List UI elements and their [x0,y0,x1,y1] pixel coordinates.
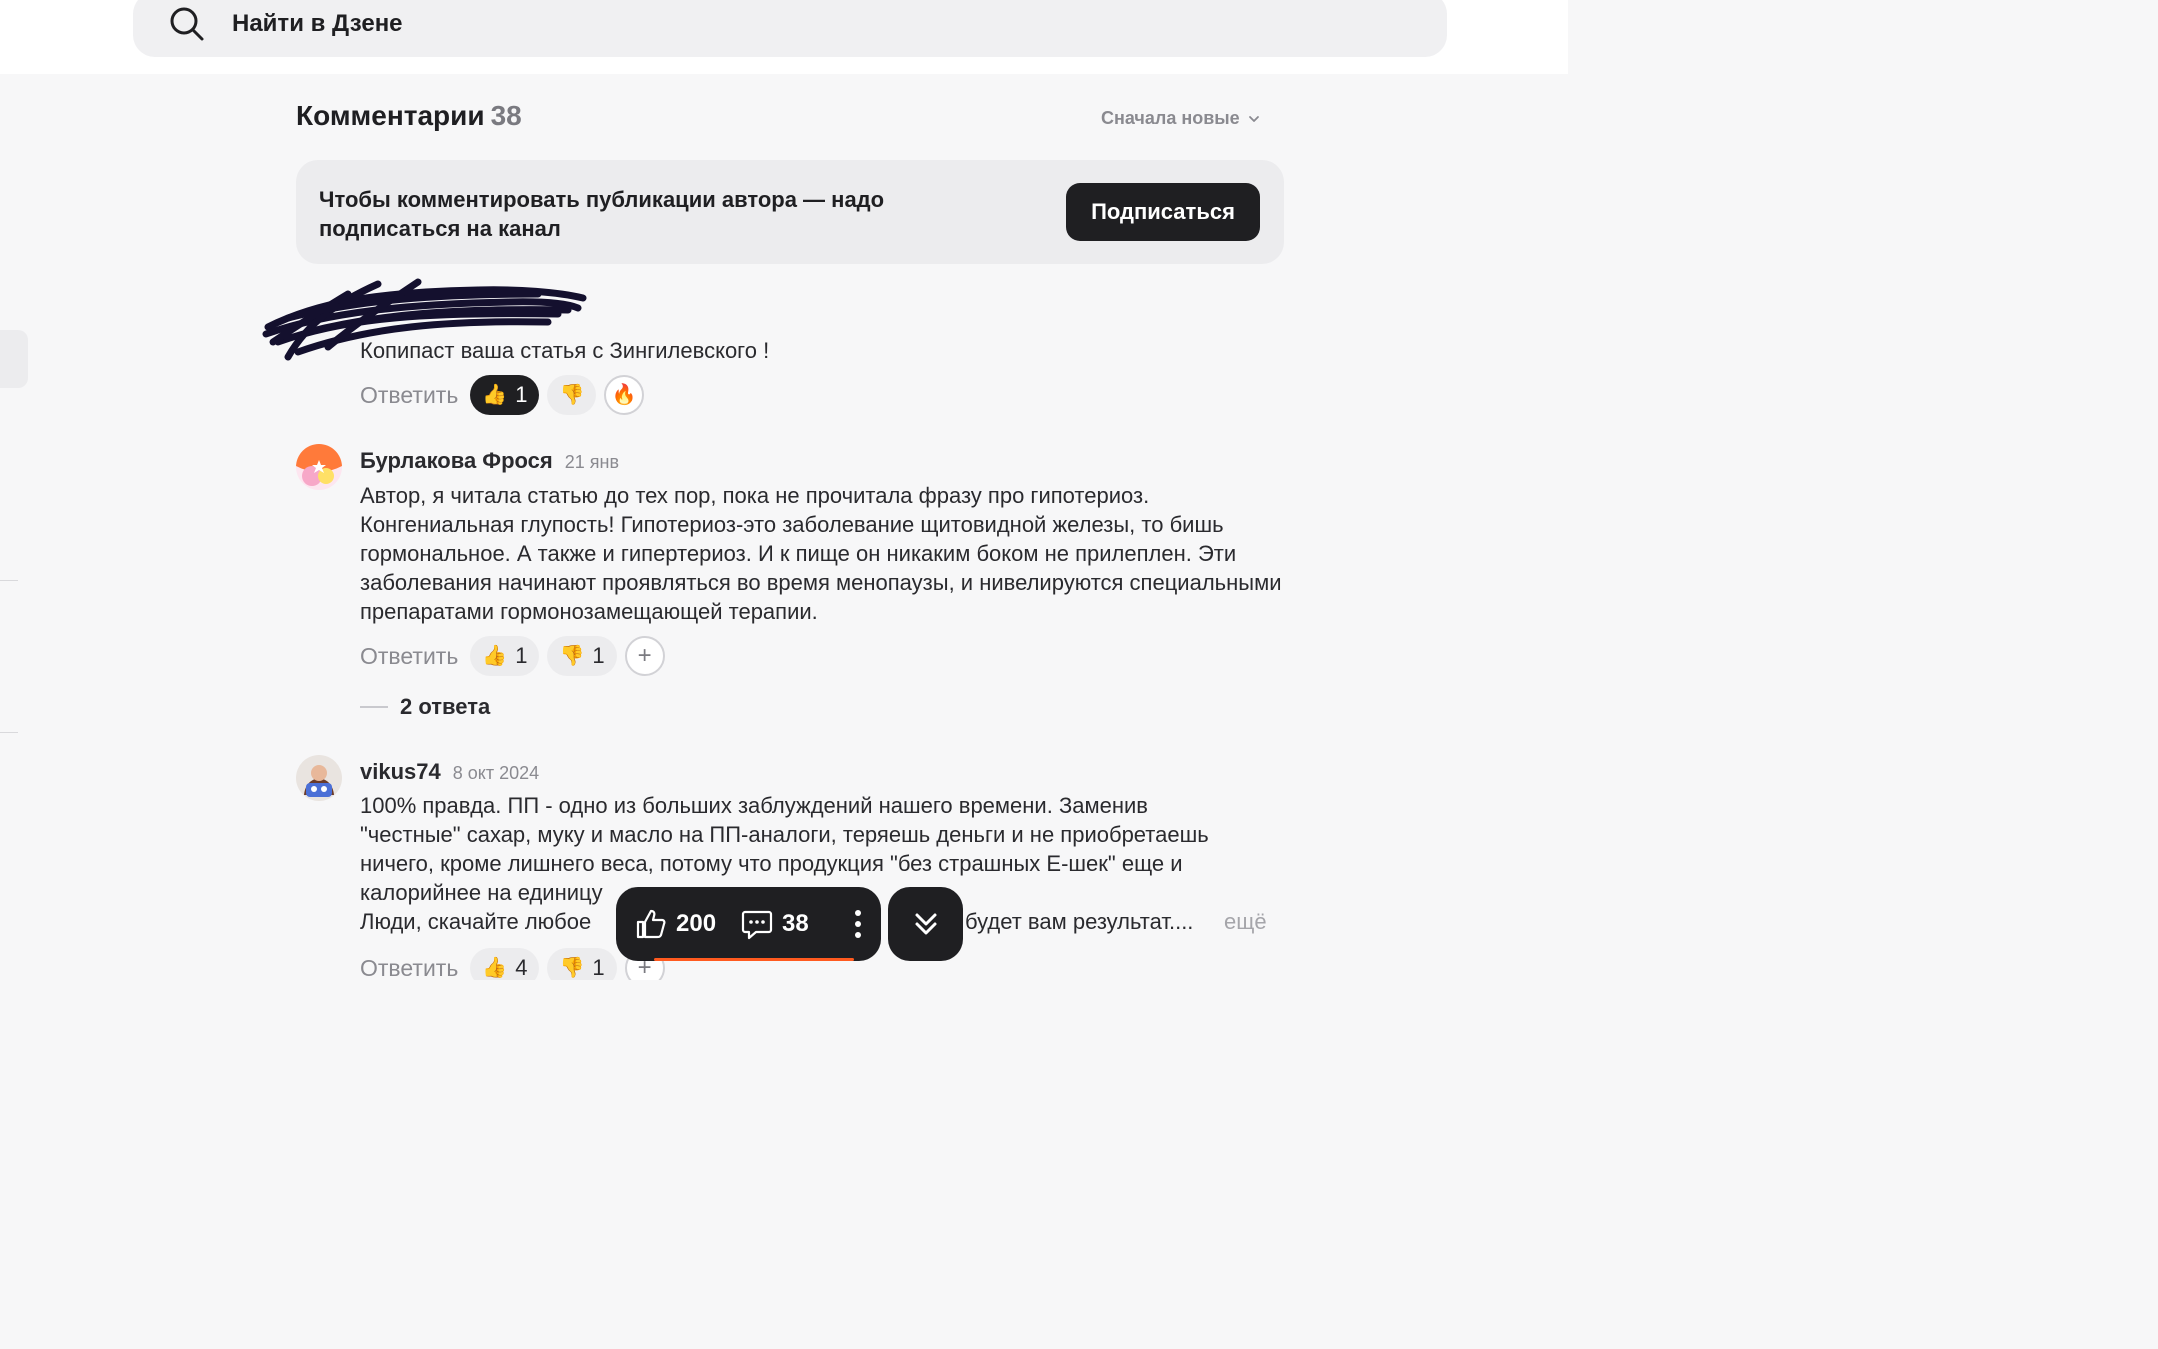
chevron-down-icon [1248,115,1259,122]
fire-icon: 🔥 [611,384,637,406]
floating-action-bar: 200 38 [616,887,881,961]
comment-actions: Ответить 👍 1 👎 🔥 [360,375,645,415]
reply-button[interactable]: Ответить [360,643,458,670]
subscribe-prompt: Чтобы комментировать публикации автора —… [296,160,1284,264]
comments-count: 38 [490,100,522,131]
scroll-down-button[interactable] [888,887,963,961]
like-reaction-button[interactable]: 👍 1 [470,636,540,676]
avatar[interactable] [296,444,342,490]
comment-icon [741,910,773,940]
comment-text-line: 100% правда. ПП - одно из больших заблуж… [360,793,1148,818]
article-like-count: 200 [676,910,717,937]
dislike-count: 1 [592,955,605,980]
comment-actions: Ответить 👍 1 👎 1 + [360,636,665,676]
dislike-reaction-button[interactable]: 👎 [547,375,597,415]
comment-text-fragment: Люди, скачайте любое [360,909,592,934]
reading-progress-bar [654,958,854,961]
comment-header: vikus74 8 окт 2024 [360,759,539,785]
left-divider [0,580,18,581]
article-comments-button[interactable]: 38 [740,907,809,941]
thumbs-up-icon [636,909,666,939]
article-like-button[interactable]: 200 [634,907,716,941]
reply-button[interactable]: Ответить [360,955,458,981]
comment-date: 21 янв [564,452,620,472]
thumbs-down-icon: 👎 [559,957,585,979]
search-bar[interactable]: Найти в Дзене [133,0,1447,57]
like-reaction-button[interactable]: 👍 4 [470,948,540,980]
comment-date: 8 окт 2024 [452,763,540,783]
left-divider [0,732,18,733]
comment-text: Автор, я читала статью до тех пор, пока … [360,483,1282,624]
dislike-reaction-button[interactable]: 👎 1 [547,636,617,676]
comments-title: Комментарии 38 [296,100,522,132]
left-panel-tab[interactable] [0,330,28,388]
plus-icon: + [637,642,652,669]
like-count: 1 [515,382,528,407]
top-bar: Найти в Дзене [0,0,1568,74]
like-count: 1 [515,643,528,668]
thumbs-down-icon: 👎 [559,645,585,667]
like-count: 4 [515,955,528,980]
comment-author[interactable]: Бурлакова Фрося [360,448,553,474]
thumbs-down-icon: 👎 [559,384,585,406]
show-replies-button[interactable]: 2 ответа [360,694,490,720]
dislike-count: 1 [592,643,605,668]
thumbs-up-icon: 👍 [482,957,508,979]
subscribe-button[interactable]: Подписаться [1066,183,1260,241]
search-icon [170,7,204,41]
sort-label: Сначала новые [1101,108,1240,128]
double-chevron-down-icon [915,913,936,935]
comment-author[interactable]: vikus74 [360,759,441,785]
comment-actions: Ответить 👍 4 👎 1 + [360,948,665,980]
comment-text: Копипаст ваша статья с Зингилевского ! [360,338,770,363]
comment-text-line: "честные" сахар, муку и масло на ПП-анал… [360,822,1209,847]
avatar[interactable] [296,755,342,801]
thumbs-up-icon: 👍 [482,645,508,667]
fire-reaction-button[interactable]: 🔥 [604,375,645,415]
comment-text-fragment: будет вам результат.... [965,909,1194,934]
dislike-reaction-button[interactable]: 👎 1 [547,948,617,980]
more-options-icon[interactable] [855,909,861,939]
comment-text-line: ничего, кроме лишнего веса, потому что п… [360,851,1183,876]
sort-dropdown[interactable]: Сначала новые [1101,108,1260,129]
replies-label: 2 ответа [400,694,491,719]
subscribe-text: Чтобы комментировать публикации автора —… [319,187,885,241]
search-input[interactable]: Найти в Дзене [232,10,403,38]
article-comment-count: 38 [782,910,809,937]
thumbs-up-icon: 👍 [482,384,508,406]
comment-item: Копипаст ваша статья с Зингилевского ! О… [296,336,1296,420]
replies-dash [360,706,388,708]
comment-header: Бурлакова Фрося 21 янв [360,448,619,474]
page: Найти в Дзене Комментарии 38 Сначала новы… [0,0,1568,980]
like-reaction-button[interactable]: 👍 1 [470,375,540,415]
reply-button[interactable]: Ответить [360,382,458,409]
comments-title-label: Комментарии [296,100,485,131]
read-more-link[interactable]: ещё [1224,907,1267,936]
comment-item: Бурлакова Фрося 21 янв Автор, я читала с… [296,444,1296,684]
add-reaction-button[interactable]: + [624,636,665,676]
